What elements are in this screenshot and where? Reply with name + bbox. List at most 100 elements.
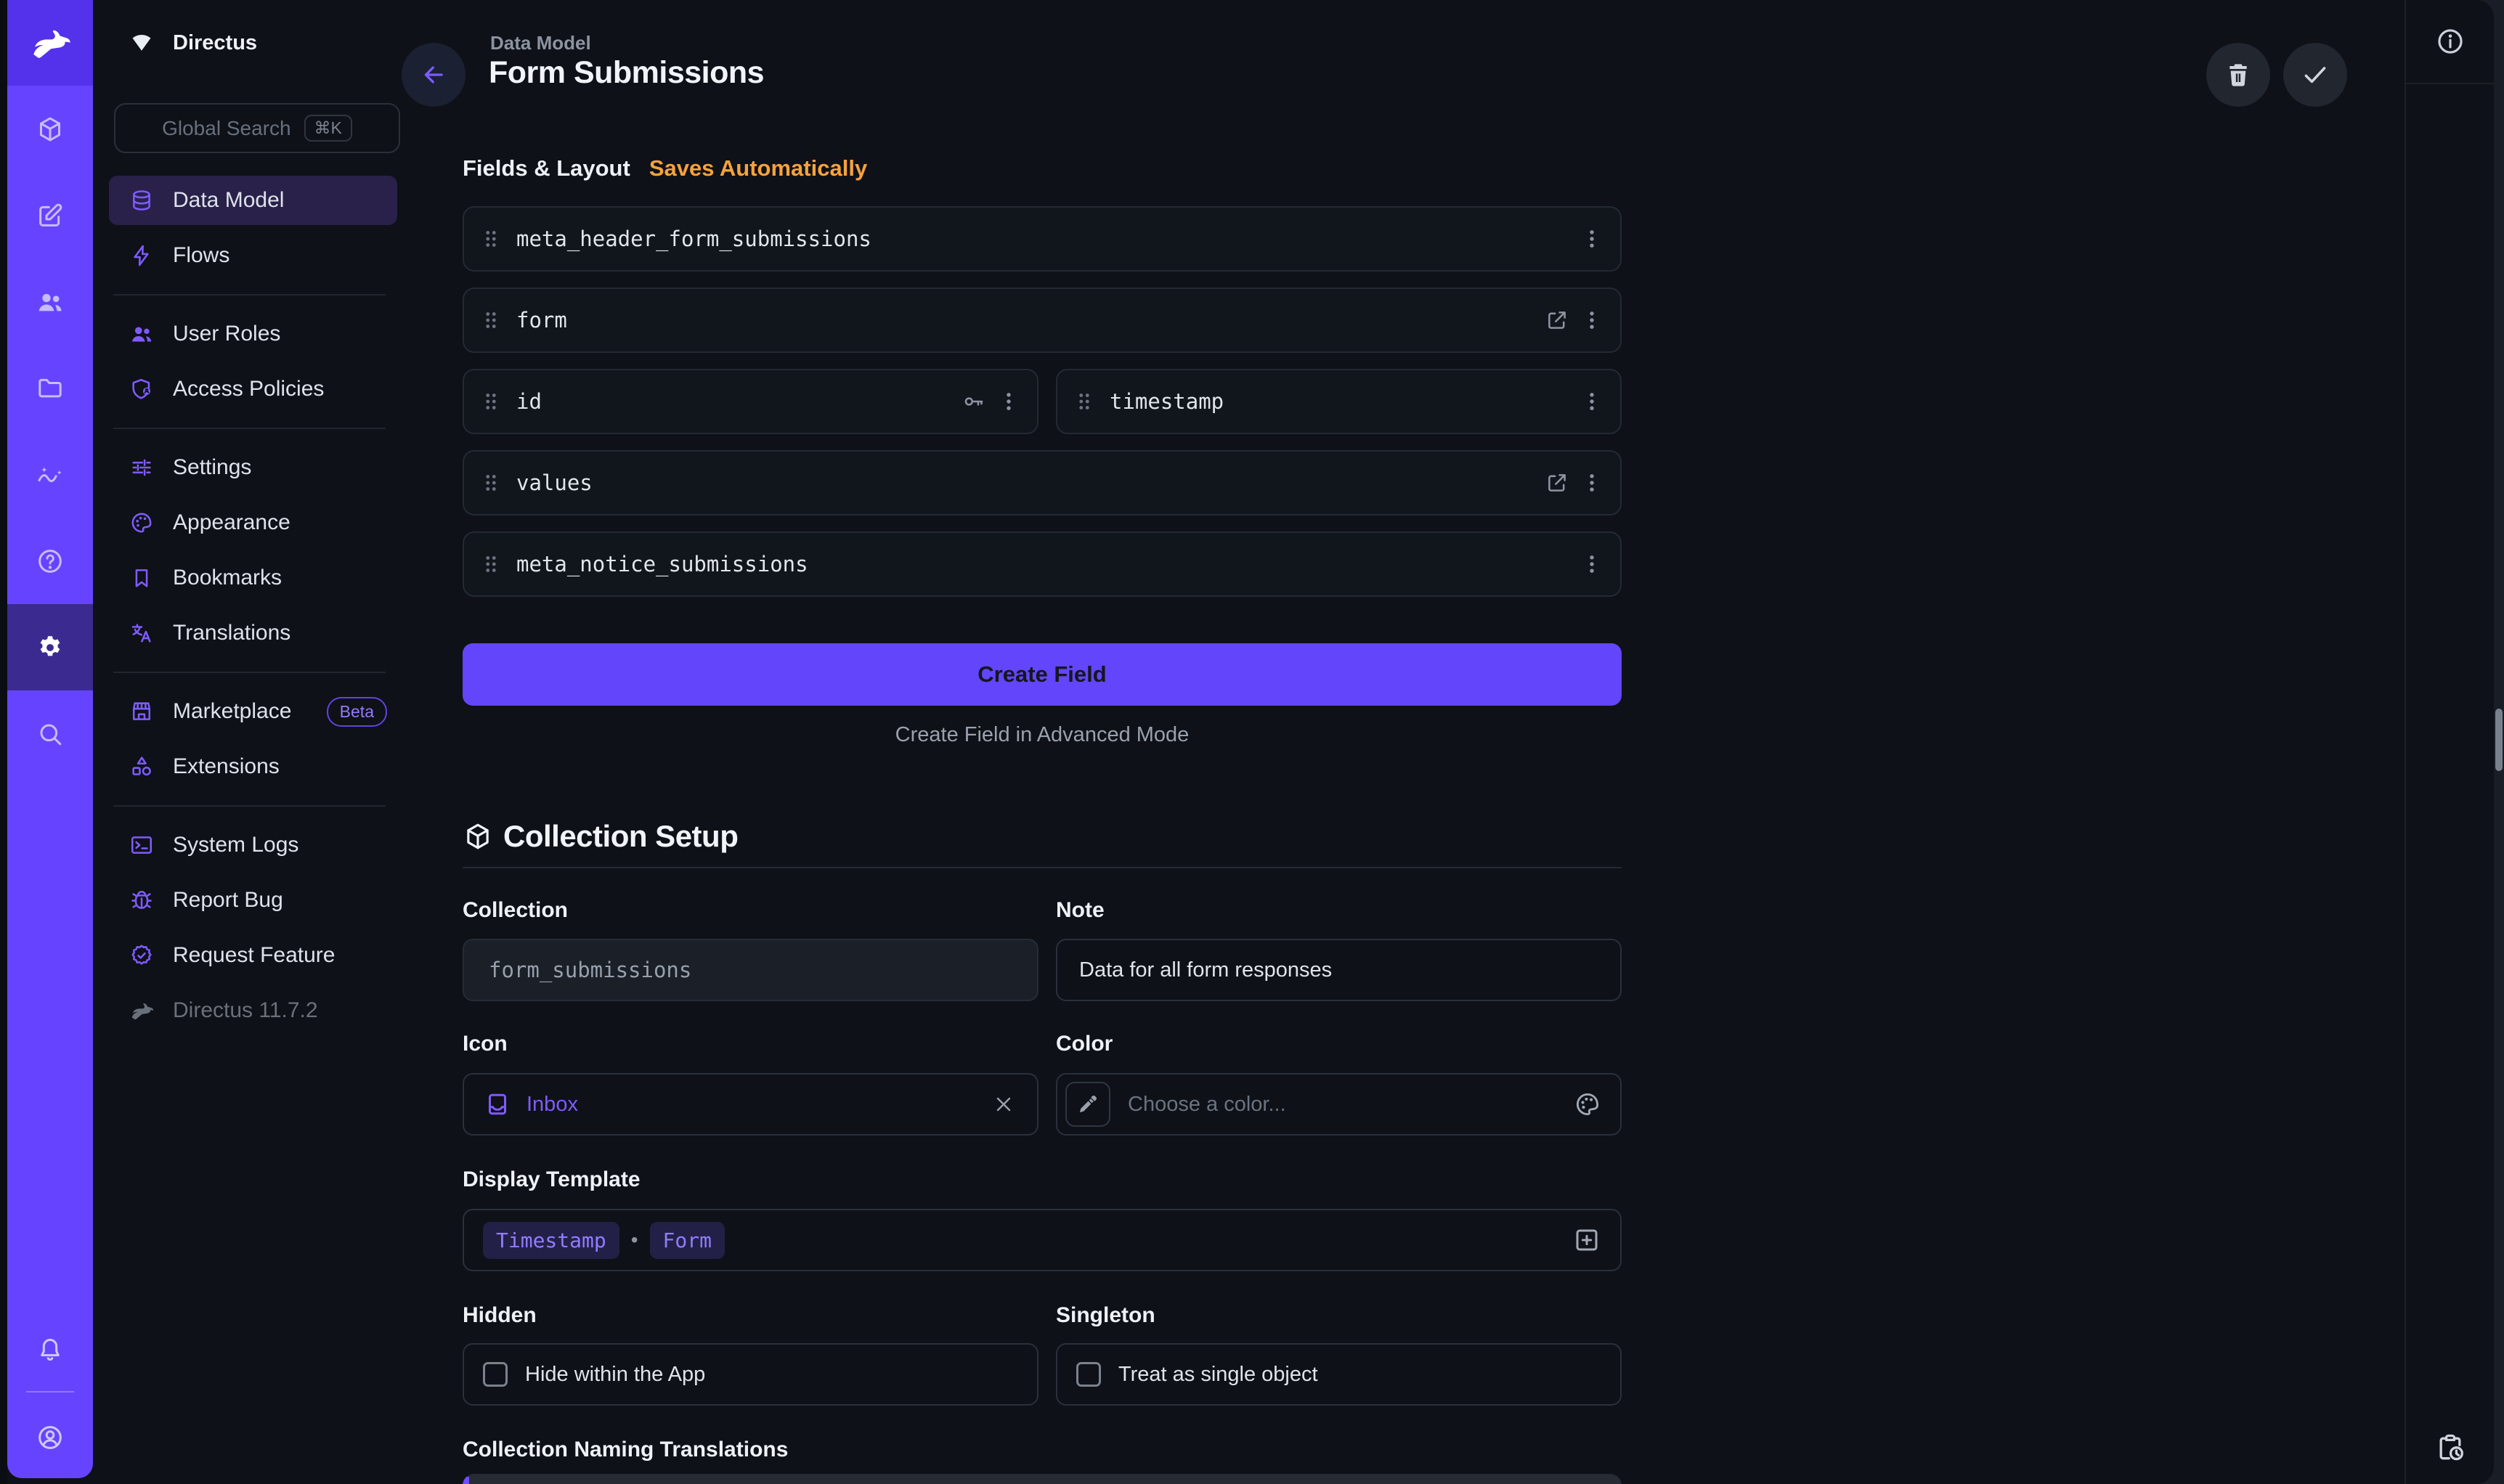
fields-layout-heading: Fields & Layout Saves Automatically bbox=[463, 155, 867, 182]
add-field-to-template-icon[interactable] bbox=[1572, 1226, 1601, 1255]
drag-handle-icon[interactable] bbox=[479, 470, 503, 495]
sidebar-item-settings[interactable]: Settings bbox=[93, 440, 406, 495]
icon-select-input[interactable]: Inbox bbox=[463, 1073, 1038, 1136]
sidebar-item-extensions[interactable]: Extensions bbox=[93, 739, 406, 794]
sidebar-item-marketplace[interactable]: Marketplace Beta bbox=[93, 684, 406, 739]
field-row-form[interactable]: form bbox=[463, 288, 1622, 353]
back-button[interactable] bbox=[402, 43, 466, 107]
hidden-checkbox[interactable] bbox=[483, 1362, 508, 1387]
swatch-button[interactable] bbox=[1065, 1082, 1110, 1127]
open-in-new-icon[interactable] bbox=[1545, 308, 1569, 333]
sidebar-item-translations[interactable]: Translations bbox=[93, 606, 406, 661]
delete-collection-button[interactable] bbox=[2206, 43, 2270, 107]
field-row-timestamp[interactable]: timestamp bbox=[1056, 369, 1622, 434]
color-select-input[interactable]: Choose a color... bbox=[1056, 1073, 1622, 1136]
notifications-button[interactable] bbox=[7, 1326, 93, 1372]
sidebar-item-report-bug[interactable]: Report Bug bbox=[93, 873, 406, 928]
sidebar-item-appearance[interactable]: Appearance bbox=[93, 495, 406, 550]
template-chip-form[interactable]: Form bbox=[650, 1222, 725, 1259]
search-icon bbox=[36, 719, 65, 749]
close-icon[interactable] bbox=[992, 1093, 1015, 1116]
storefront-icon bbox=[129, 699, 154, 724]
nav-divider bbox=[113, 805, 386, 807]
project-header[interactable]: Directus bbox=[93, 0, 406, 86]
global-search-input[interactable]: Global Search ⌘K bbox=[114, 103, 400, 153]
sidebar-item-data-model[interactable]: Data Model bbox=[93, 173, 406, 228]
sidebar-item-system-logs[interactable]: System Logs bbox=[93, 818, 406, 873]
database-icon bbox=[129, 188, 154, 213]
sidebar-item-access-policies[interactable]: Access Policies bbox=[93, 362, 406, 417]
left-edge-strip bbox=[0, 0, 7, 1484]
directus-logo-button[interactable] bbox=[7, 0, 93, 86]
drag-handle-icon[interactable] bbox=[479, 552, 503, 576]
module-settings[interactable] bbox=[7, 604, 93, 690]
module-insights[interactable] bbox=[7, 431, 93, 518]
sidebar-item-flows[interactable]: Flows bbox=[93, 228, 406, 283]
insights-icon bbox=[36, 460, 65, 489]
sidebar-info-button[interactable] bbox=[2406, 0, 2494, 84]
right-sidebar bbox=[2405, 0, 2494, 1484]
user-menu-button[interactable] bbox=[7, 1414, 93, 1461]
module-help[interactable] bbox=[7, 518, 93, 604]
sidebar-item-label: Flows bbox=[173, 243, 229, 268]
field-row-meta-header[interactable]: meta_header_form_submissions bbox=[463, 206, 1622, 272]
kebab-menu-icon[interactable] bbox=[996, 389, 1021, 414]
note-label: Note bbox=[1056, 898, 1105, 923]
version-label: Directus 11.7.2 bbox=[173, 998, 318, 1023]
create-field-button[interactable]: Create Field bbox=[463, 643, 1622, 706]
field-name: values bbox=[516, 470, 593, 495]
drag-handle-icon[interactable] bbox=[479, 227, 503, 251]
hidden-checkbox-field[interactable]: Hide within the App bbox=[463, 1343, 1038, 1406]
kebab-menu-icon[interactable] bbox=[1580, 552, 1604, 576]
kebab-menu-icon[interactable] bbox=[1580, 470, 1604, 495]
open-in-new-icon[interactable] bbox=[1545, 470, 1569, 495]
fields-layout-label: Fields & Layout bbox=[463, 155, 630, 182]
save-button[interactable] bbox=[2283, 43, 2347, 107]
singleton-checkbox-field[interactable]: Treat as single object bbox=[1056, 1343, 1622, 1406]
palette-icon[interactable] bbox=[1574, 1090, 1601, 1118]
rabbit-small-icon bbox=[129, 998, 154, 1023]
collection-setup-heading: Collection Setup bbox=[463, 819, 738, 854]
hidden-checkbox-label: Hide within the App bbox=[525, 1363, 705, 1387]
module-editor[interactable] bbox=[7, 172, 93, 258]
sidebar-item-user-roles[interactable]: User Roles bbox=[93, 306, 406, 362]
drag-handle-icon[interactable] bbox=[479, 389, 503, 414]
note-input[interactable]: Data for all form responses bbox=[1056, 939, 1622, 1001]
bell-icon bbox=[36, 1334, 65, 1363]
info-icon bbox=[2435, 26, 2466, 57]
display-template-input[interactable]: Timestamp • Form bbox=[463, 1209, 1622, 1271]
kebab-menu-icon[interactable] bbox=[1580, 308, 1604, 333]
sidebar-item-request-feature[interactable]: Request Feature bbox=[93, 928, 406, 983]
drag-handle-icon[interactable] bbox=[479, 308, 503, 333]
activity-button[interactable] bbox=[2406, 1432, 2494, 1464]
module-search[interactable] bbox=[7, 690, 93, 777]
folder-icon bbox=[36, 374, 65, 403]
kebab-menu-icon[interactable] bbox=[1580, 227, 1604, 251]
sidebar-item-label: System Logs bbox=[173, 833, 298, 857]
sidebar-item-label: Access Policies bbox=[173, 377, 324, 401]
page-scrollbar[interactable] bbox=[2494, 0, 2504, 1484]
field-row-meta-notice[interactable]: meta_notice_submissions bbox=[463, 531, 1622, 597]
header-actions bbox=[2206, 43, 2347, 107]
module-users[interactable] bbox=[7, 258, 93, 345]
field-row-id[interactable]: id bbox=[463, 369, 1038, 434]
singleton-checkbox[interactable] bbox=[1076, 1362, 1101, 1387]
sidebar-item-bookmarks[interactable]: Bookmarks bbox=[93, 550, 406, 606]
box-icon bbox=[36, 115, 65, 144]
module-files[interactable] bbox=[7, 345, 93, 431]
drag-handle-icon[interactable] bbox=[1072, 389, 1097, 414]
translations-row-cutoff[interactable] bbox=[463, 1474, 1622, 1484]
search-placeholder: Global Search bbox=[162, 117, 290, 140]
template-chip-timestamp[interactable]: Timestamp bbox=[483, 1222, 619, 1259]
sidebar-item-version[interactable]: Directus 11.7.2 bbox=[93, 983, 406, 1038]
app-frame: Directus Global Search ⌘K Data Model Flo… bbox=[0, 0, 2494, 1484]
create-field-advanced-link[interactable]: Create Field in Advanced Mode bbox=[463, 723, 1622, 747]
sidebar-item-label: Marketplace bbox=[173, 699, 291, 724]
module-content[interactable] bbox=[7, 86, 93, 172]
field-row-values[interactable]: values bbox=[463, 450, 1622, 515]
singleton-label: Singleton bbox=[1056, 1303, 1155, 1328]
palette-icon bbox=[129, 510, 154, 535]
form-column: Fields & Layout Saves Automatically meta… bbox=[463, 0, 1622, 1484]
kebab-menu-icon[interactable] bbox=[1580, 389, 1604, 414]
scrollbar-thumb[interactable] bbox=[2495, 709, 2503, 771]
